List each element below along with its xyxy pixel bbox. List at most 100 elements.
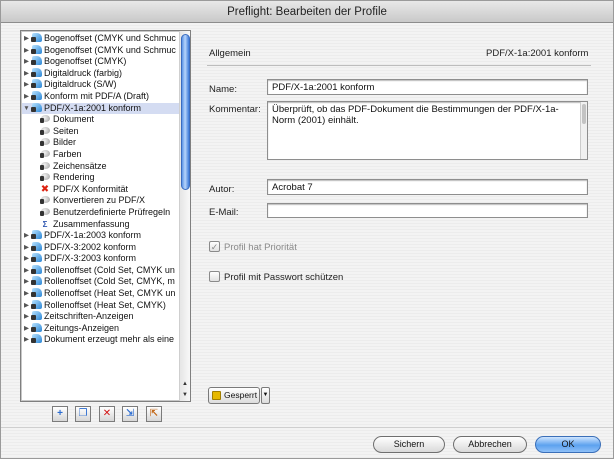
- tree-profile-item[interactable]: ▶ Rollenoffset (Heat Set, CMYK un: [22, 288, 180, 300]
- disclosure-closed-icon[interactable]: ▶: [22, 334, 31, 346]
- disclosure-closed-icon[interactable]: ▶: [22, 242, 31, 254]
- tree-item-label: Bilder: [53, 137, 77, 148]
- disclosure-closed-icon[interactable]: ▶: [22, 288, 31, 300]
- disclosure-closed-icon[interactable]: ▶: [22, 230, 31, 242]
- tree-subitem[interactable]: Seiten: [22, 126, 180, 138]
- disclosure-closed-icon[interactable]: ▶: [22, 323, 31, 335]
- tree-subitem[interactable]: Farben: [22, 149, 180, 161]
- tree-item-label: PDF/X Konformität: [53, 183, 129, 194]
- tree-profile-item[interactable]: ▶ Bogenoffset (CMYK und Schmuc: [22, 33, 180, 45]
- tree-profile-item[interactable]: ▶ Rollenoffset (Heat Set, CMYK): [22, 299, 180, 312]
- tree-subitem[interactable]: Zeichensätze: [22, 161, 180, 173]
- email-label: E-Mail:: [209, 207, 239, 218]
- tree-profile-item[interactable]: ▶ Rollenoffset (Cold Set, CMYK un: [22, 264, 180, 277]
- tree-profile-item[interactable]: ▶ Bogenoffset (CMYK): [22, 56, 180, 68]
- lock-label: Gesperrt: [224, 390, 258, 400]
- tree-scrollbar[interactable]: ▲ ▼: [179, 31, 190, 401]
- locked-profile-icon: [31, 230, 42, 240]
- tree-subitem[interactable]: ✖ PDF/X Konformität: [22, 184, 180, 196]
- disclosure-closed-icon[interactable]: ▶: [22, 265, 31, 277]
- disclosure-open-icon[interactable]: ▼: [22, 103, 31, 115]
- tree-item-label: Rollenoffset (Heat Set, CMYK un: [44, 288, 176, 299]
- tree-profile-item[interactable]: ▶ Bogenoffset (CMYK und Schmuc: [22, 44, 180, 57]
- locked-profile-icon: [31, 33, 42, 42]
- tree-item-label: Rollenoffset (Cold Set, CMYK un: [44, 264, 175, 275]
- tree-subitem[interactable]: Dokument: [22, 114, 180, 126]
- disclosure-closed-icon[interactable]: ▶: [22, 91, 31, 103]
- tree-item-label: Digitaldruck (farbig): [44, 67, 123, 78]
- tree-profile-item[interactable]: ▶ Zeitschriften-Anzeigen: [22, 311, 180, 323]
- ok-button[interactable]: OK: [535, 436, 601, 453]
- disclosure-closed-icon[interactable]: ▶: [22, 311, 31, 323]
- tree-profile-item[interactable]: ▶ PDF/X-3:2003 konform: [22, 253, 180, 265]
- disclosure-closed-icon[interactable]: ▶: [22, 45, 31, 57]
- tree-item-label: PDF/X-3:2002 konform: [44, 241, 137, 252]
- tree-profile-item[interactable]: ▶ Digitaldruck (farbig): [22, 67, 180, 80]
- tree-profile-item[interactable]: ▶ PDF/X-3:2002 konform: [22, 241, 180, 254]
- name-field[interactable]: PDF/X-1a:2001 konform: [267, 79, 588, 95]
- tree-subitem[interactable]: Bilder: [22, 137, 180, 149]
- author-field[interactable]: Acrobat 7: [267, 179, 588, 195]
- tree-item-label: Zeitschriften-Anzeigen: [44, 311, 134, 322]
- preflight-window: Preflight: Bearbeiten der Profile ▶ Bogen…: [0, 0, 614, 459]
- disclosure-closed-icon[interactable]: ▶: [22, 33, 31, 45]
- comment-label: Kommentar:: [209, 104, 261, 115]
- export-icon[interactable]: ⇱: [146, 406, 162, 422]
- name-label: Name:: [209, 84, 237, 95]
- scroll-up-icon[interactable]: ▲: [180, 379, 190, 389]
- window-title: Preflight: Bearbeiten der Profile: [1, 1, 613, 23]
- locked-profile-icon: [31, 276, 42, 286]
- tree-scroll-thumb[interactable]: [181, 34, 190, 190]
- comment-scrollbar[interactable]: [580, 102, 587, 159]
- locked-profile-icon: [31, 67, 42, 77]
- duplicate-icon[interactable]: ❐: [75, 406, 91, 422]
- password-label: Profil mit Passwort schützen: [224, 272, 344, 283]
- tree-profile-item[interactable]: ▶ Konform mit PDF/A (Draft): [22, 90, 180, 103]
- locked-profile-icon: [31, 288, 42, 298]
- comment-field[interactable]: Überprüft, ob das PDF-Dokument die Besti…: [267, 101, 588, 160]
- disclosure-closed-icon[interactable]: ▶: [22, 300, 31, 312]
- cancel-button[interactable]: Abbrechen: [453, 436, 527, 453]
- tree-item-label: Farben: [53, 148, 82, 159]
- tree-item-label: Zeichensätze: [53, 160, 107, 171]
- disclosure-closed-icon[interactable]: ▶: [22, 79, 31, 91]
- disclosure-closed-icon[interactable]: ▶: [22, 68, 31, 80]
- locked-profile-icon: [31, 79, 42, 89]
- tree-profile-item[interactable]: ▼ PDF/X-1a:2001 konform: [22, 102, 180, 115]
- email-field[interactable]: [267, 203, 588, 218]
- tree-item-label: Dokument: [53, 114, 95, 125]
- tree-subitem[interactable]: Benutzerdefinierte Prüfregeln: [22, 207, 180, 219]
- check-category-icon: [40, 172, 50, 182]
- tree-subitem[interactable]: Rendering: [22, 172, 180, 184]
- lock-button[interactable]: Gesperrt: [208, 387, 260, 404]
- save-button[interactable]: Sichern: [373, 436, 445, 453]
- disclosure-closed-icon[interactable]: ▶: [22, 56, 31, 68]
- scroll-down-icon[interactable]: ▼: [180, 390, 190, 400]
- tree-item-label: Bogenoffset (CMYK und Schmuc: [44, 33, 176, 43]
- pdfx-conformance-icon: ✖: [40, 183, 50, 195]
- import-icon[interactable]: ⇲: [122, 406, 138, 422]
- check-category-icon: [40, 137, 50, 147]
- disclosure-closed-icon[interactable]: ▶: [22, 276, 31, 288]
- tree-profile-item[interactable]: ▶ Dokument erzeugt mehr als eine: [22, 334, 180, 346]
- password-checkbox[interactable]: [209, 271, 220, 282]
- tree-profile-item[interactable]: ▶ Zeitungs-Anzeigen: [22, 322, 180, 335]
- tree-profile-item[interactable]: ▶ Digitaldruck (S/W): [22, 79, 180, 91]
- tree-item-label: Dokument erzeugt mehr als eine: [44, 334, 175, 345]
- check-category-icon: [40, 207, 50, 216]
- disclosure-closed-icon[interactable]: ▶: [22, 253, 31, 265]
- tree-subitem[interactable]: Konvertieren zu PDF/X: [22, 195, 180, 207]
- tree-profile-item[interactable]: ▶ Rollenoffset (Cold Set, CMYK, m: [22, 276, 180, 288]
- tree-profile-item[interactable]: ▶ PDF/X-1a:2003 konform: [22, 230, 180, 242]
- tree-item-label: Zusammenfassung: [53, 218, 130, 229]
- tree-subitem[interactable]: Σ Zusammenfassung: [22, 219, 180, 231]
- summary-icon: Σ: [42, 219, 48, 229]
- new-profile-icon[interactable]: +: [52, 406, 68, 422]
- tree-item-label: Rendering: [53, 172, 95, 183]
- lock-dropdown-icon[interactable]: ▼: [261, 387, 270, 404]
- delete-icon[interactable]: ✕: [99, 406, 115, 422]
- header-divider: [207, 65, 591, 66]
- priority-checkbox[interactable]: ✓: [209, 241, 220, 252]
- locked-profile-icon: [31, 253, 42, 263]
- profile-tree[interactable]: ▶ Bogenoffset (CMYK und Schmuc ▶ Bogenoffse…: [20, 30, 191, 402]
